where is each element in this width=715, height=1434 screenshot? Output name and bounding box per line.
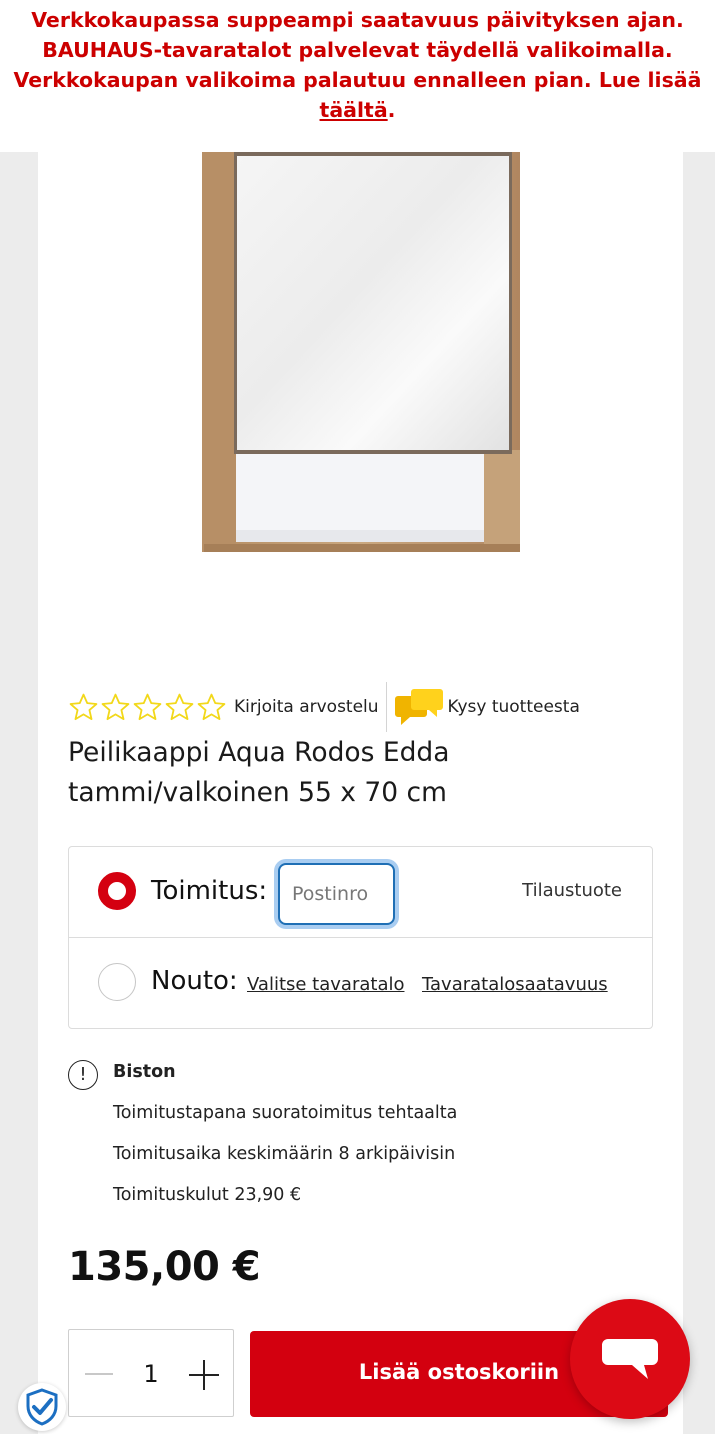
maintenance-notice: Verkkokaupassa suppeampi saatavuus päivi… [0,0,715,152]
choose-store-link[interactable]: Valitse tavaratalo [247,974,404,995]
chat-button[interactable] [570,1299,690,1419]
supplier-name: Biston [113,1062,176,1082]
order-type-label: Tilaustuote [522,880,622,901]
notice-text: Verkkokaupassa suppeampi saatavuus päivi… [13,8,702,122]
pickup-label: Nouto: [151,966,238,996]
delivery-time-text: Toimitusaika keskimäärin 8 arkipäivisin [113,1144,456,1164]
delivery-options: Toimitus: Tilaustuote Nouto: Valitse tav… [68,846,653,1029]
product-image[interactable] [200,150,530,565]
pickup-option[interactable]: Nouto: Valitse tavaratalo Tavaratalosaat… [69,938,652,1028]
store-availability-link[interactable]: Tavaratalosaatavuus [422,974,608,995]
shipping-option[interactable]: Toimitus: Tilaustuote [69,847,652,938]
increase-quantity-button[interactable] [189,1360,219,1390]
shield-check-icon [26,1388,58,1426]
write-review-link[interactable]: Kirjoita arvostelu [234,697,379,717]
speech-bubbles-icon [394,689,443,725]
info-icon: ! [68,1060,98,1090]
postal-code-input[interactable] [278,863,395,925]
delivery-cost-text: Toimituskulut 23,90 € [113,1185,302,1205]
shipping-radio[interactable] [98,872,136,910]
product-title: Peilikaappi Aqua Rodos Edda tammi/valkoi… [68,737,450,808]
product-price: 135,00 € [68,1244,261,1290]
ask-about-product-link[interactable]: Kysy tuotteesta [394,686,580,728]
delivery-method-text: Toimitustapana suoratoimitus tehtaalta [113,1103,458,1123]
chat-icon [602,1339,658,1379]
quantity-stepper: 1 [68,1329,234,1417]
security-badge[interactable] [18,1383,66,1431]
shipping-label: Toimitus: [151,876,268,906]
divider [385,682,387,732]
pickup-radio[interactable] [98,963,136,1001]
star-icon [197,693,226,720]
star-icon [133,693,162,720]
rating-stars[interactable] [68,692,227,723]
star-icon [165,693,194,720]
notice-read-more-link[interactable]: täältä [320,98,388,122]
star-icon [101,693,130,720]
star-icon [69,693,98,720]
rating-row: Kirjoita arvostelu Kysy tuotteesta [68,682,580,732]
ask-about-product-label: Kysy tuotteesta [447,697,580,717]
